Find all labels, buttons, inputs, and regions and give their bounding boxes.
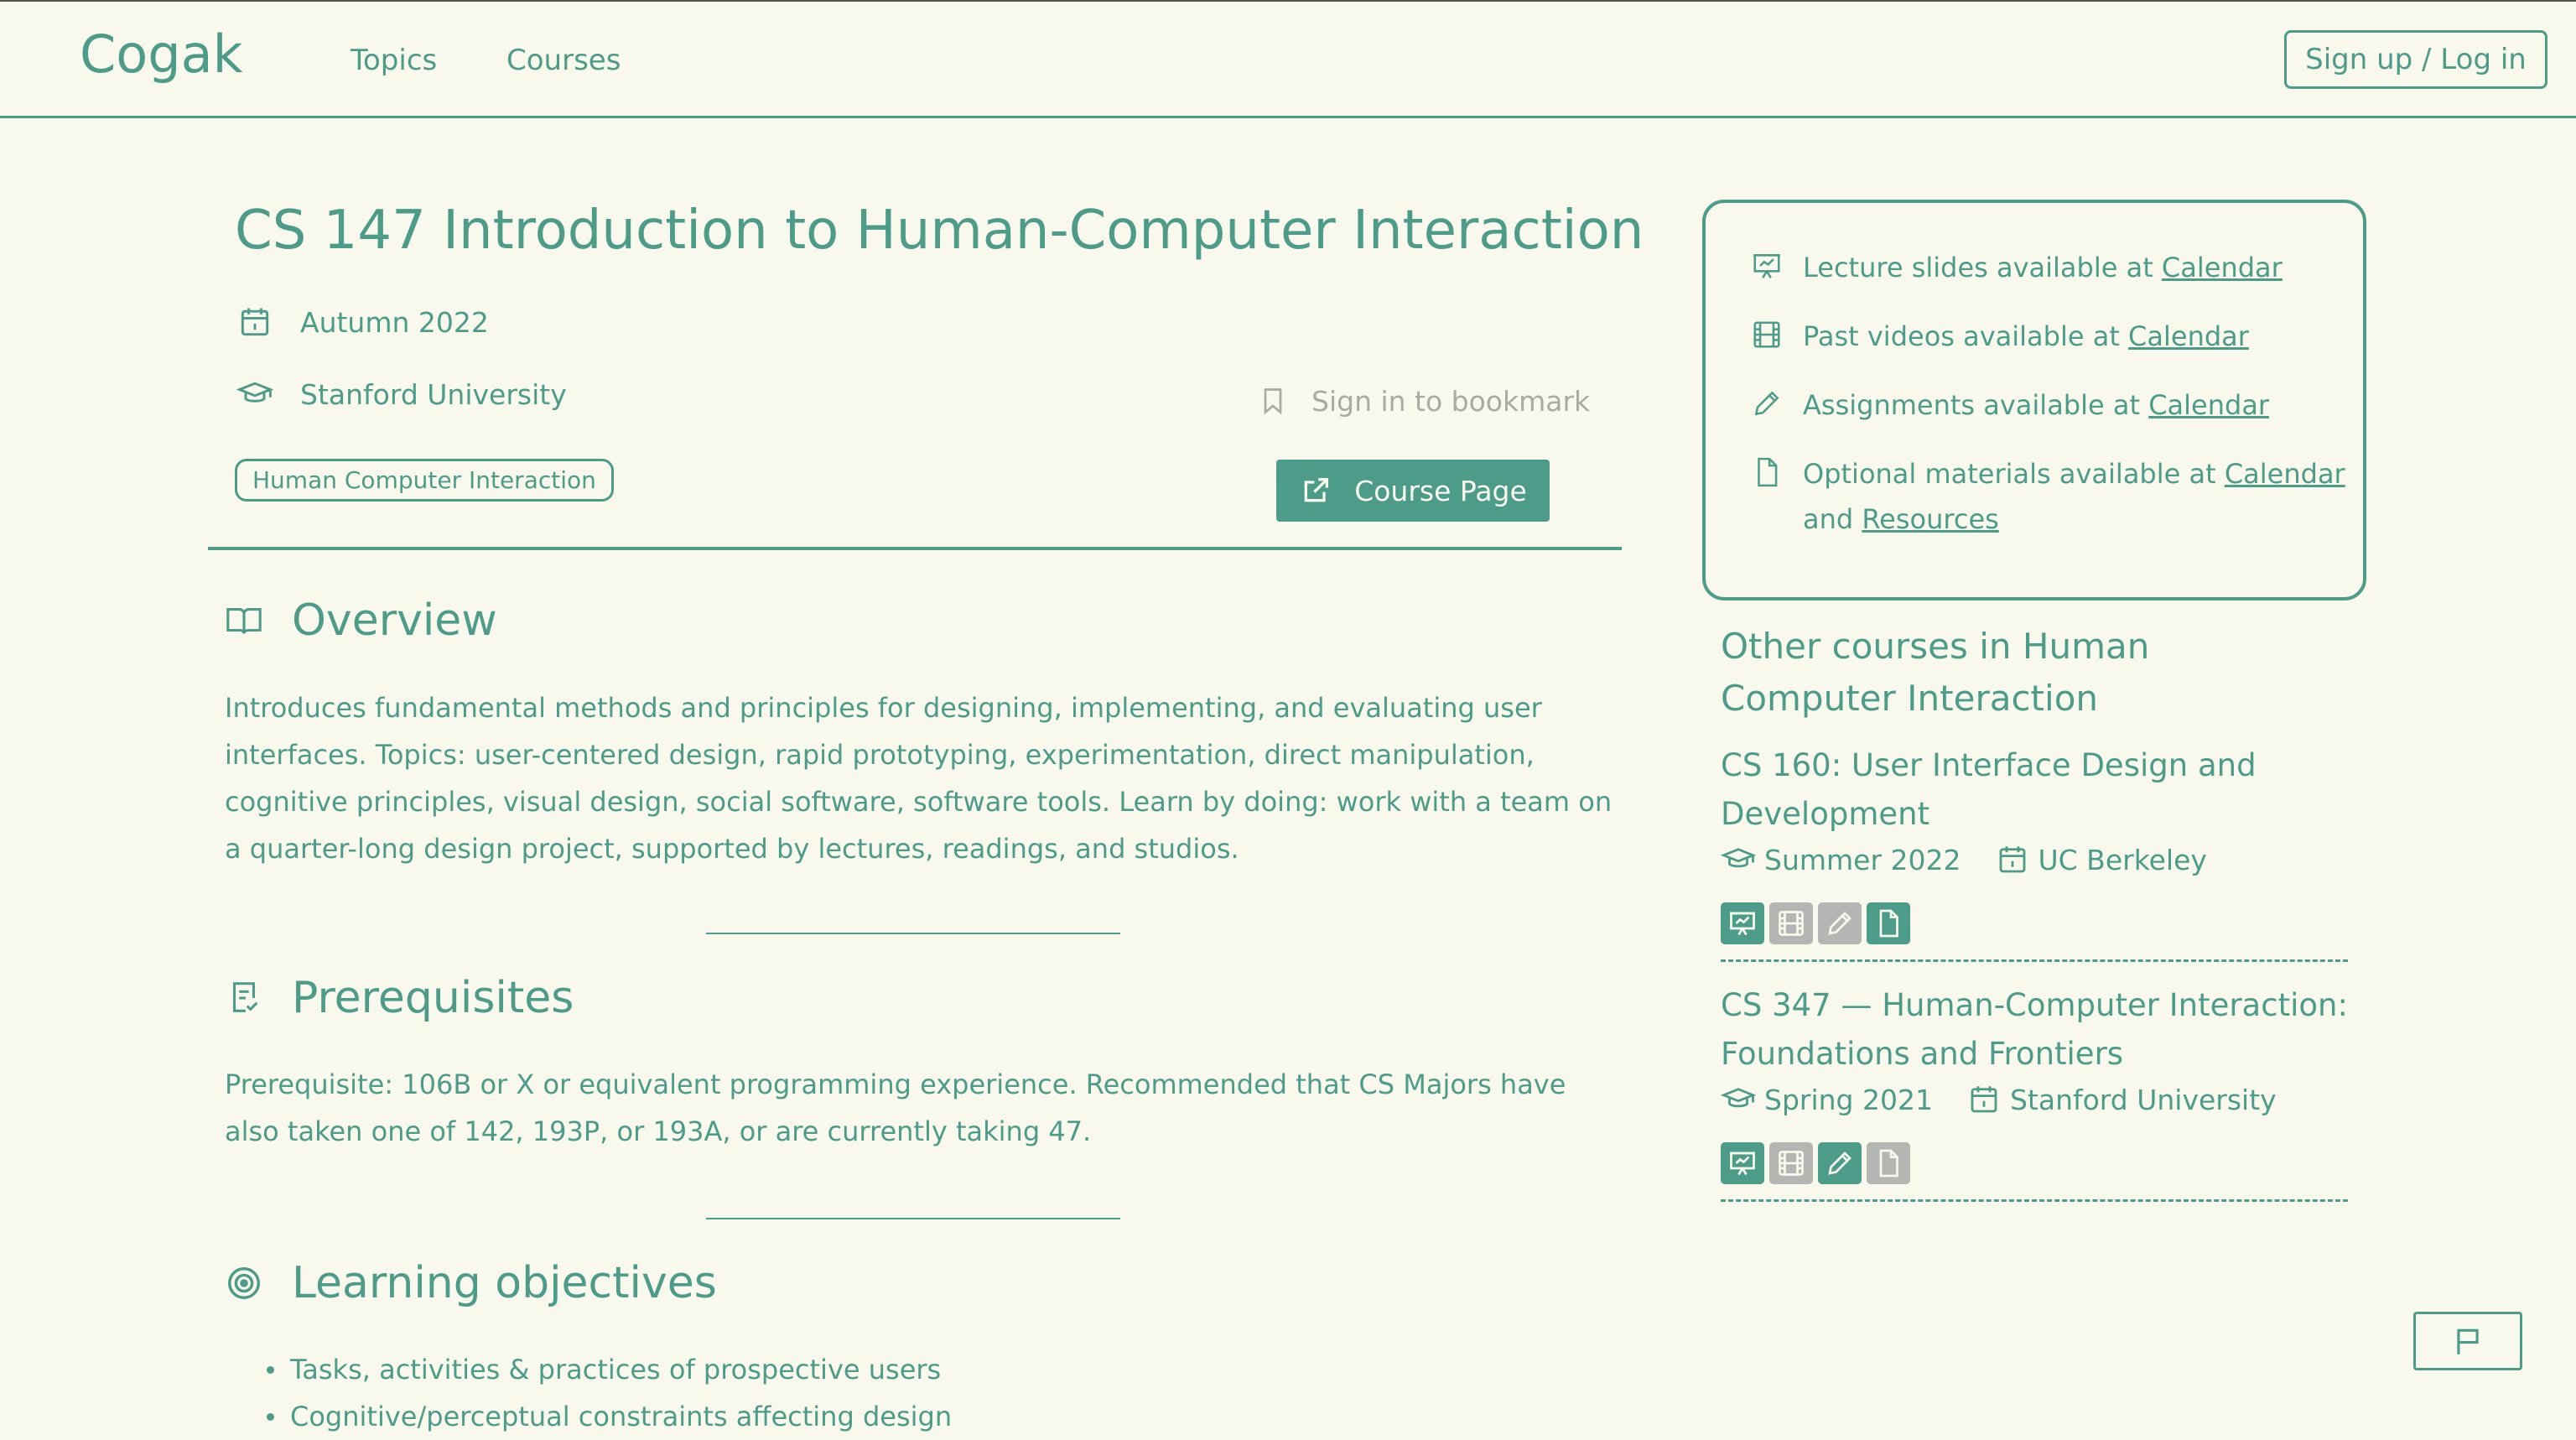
calendar-link[interactable]: Calendar bbox=[2225, 458, 2345, 490]
other-course-term: Spring 2021 bbox=[1764, 1083, 1933, 1116]
overview-heading: Overview bbox=[225, 595, 497, 646]
signup-login-button[interactable]: Sign up / Log in bbox=[2284, 30, 2547, 89]
resources-link[interactable]: Resources bbox=[1862, 503, 1998, 535]
list-item: Tasks, activities & practices of prospec… bbox=[266, 1346, 952, 1393]
videos-badge bbox=[1769, 902, 1813, 944]
materials-badge bbox=[1867, 902, 1910, 944]
bookmark-label: Sign in to bookmark bbox=[1311, 384, 1591, 418]
other-course-term: Summer 2022 bbox=[1764, 843, 1961, 876]
slides-badge bbox=[1721, 902, 1764, 944]
other-course-university: UC Berkeley bbox=[2038, 843, 2207, 876]
section-divider bbox=[706, 1218, 1120, 1219]
external-link-icon bbox=[1304, 478, 1329, 502]
course-university: Stanford University bbox=[236, 376, 567, 413]
pencil-icon bbox=[1828, 1151, 1852, 1175]
course-divider bbox=[1721, 1199, 2348, 1202]
resource-text: Assignments available at bbox=[1803, 389, 2149, 421]
nav-topics-link[interactable]: Topics bbox=[351, 44, 437, 77]
course-page-label: Course Page bbox=[1354, 474, 1527, 507]
calendar-link[interactable]: Calendar bbox=[2162, 252, 2283, 283]
checklist-icon bbox=[232, 982, 258, 1012]
topic-tag[interactable]: Human Computer Interaction bbox=[235, 459, 614, 502]
pencil-icon bbox=[1828, 912, 1852, 935]
course-divider bbox=[1721, 959, 2348, 962]
prerequisites-heading: Prerequisites bbox=[225, 973, 574, 1023]
calendar-link[interactable]: Calendar bbox=[2128, 320, 2249, 352]
resource-text: and bbox=[1803, 503, 1862, 535]
other-course-title[interactable]: CS 347 — Human-Computer Interaction: Fou… bbox=[1721, 981, 2358, 1079]
flag-icon bbox=[2457, 1328, 2479, 1354]
prerequisites-heading-text: Prerequisites bbox=[292, 973, 574, 1023]
calendar-link[interactable]: Calendar bbox=[2148, 389, 2269, 421]
section-divider bbox=[706, 933, 1120, 934]
videos-badge bbox=[1769, 1142, 1813, 1184]
top-nav: Cogak Topics Courses Sign up / Log in bbox=[0, 2, 2576, 118]
course-title: CS 147 Introduction to Human-Computer In… bbox=[235, 200, 1644, 262]
feedback-button[interactable] bbox=[2413, 1312, 2522, 1370]
film-icon bbox=[1753, 321, 1780, 348]
slides-badge bbox=[1721, 1142, 1764, 1184]
assignments-resource: Assignments available at Calendar bbox=[1751, 382, 2269, 428]
course-term: Autumn 2022 bbox=[236, 304, 489, 341]
course-university-text: Stanford University bbox=[300, 377, 567, 411]
materials-badge bbox=[1867, 1142, 1910, 1184]
learning-objectives-heading-text: Learning objectives bbox=[292, 1258, 717, 1308]
calendar-icon bbox=[1971, 1086, 1997, 1113]
other-course-meta: Summer 2022 UC Berkeley bbox=[1721, 842, 2207, 877]
learning-objectives-list: Tasks, activities & practices of prospec… bbox=[266, 1346, 952, 1440]
course-term-text: Autumn 2022 bbox=[300, 305, 489, 339]
calendar-icon bbox=[1999, 846, 2025, 873]
resource-badges bbox=[1721, 1142, 1910, 1184]
header-divider bbox=[208, 547, 1622, 550]
prerequisites-text: Prerequisite: 106B or X or equivalent pr… bbox=[225, 1068, 1566, 1147]
presentation-icon bbox=[1730, 912, 1755, 936]
calendar-icon bbox=[241, 308, 269, 336]
resource-badges bbox=[1721, 902, 1910, 944]
pencil-icon bbox=[1754, 391, 1779, 416]
other-course-title[interactable]: CS 160: User Interface Design and Develo… bbox=[1721, 741, 2358, 839]
presentation-icon bbox=[1753, 254, 1780, 278]
overview-text: Introduces fundamental methods and princ… bbox=[225, 692, 1613, 865]
lecture-slides-resource: Lecture slides available at Calendar bbox=[1751, 245, 2283, 290]
file-icon bbox=[1879, 909, 1898, 938]
optional-materials-resource: Optional materials available at Calendar… bbox=[1751, 451, 2345, 542]
film-icon bbox=[1779, 911, 1804, 936]
learning-objectives-heading: Learning objectives bbox=[225, 1258, 717, 1308]
file-icon bbox=[1758, 457, 1778, 487]
presentation-icon bbox=[1730, 1151, 1755, 1176]
target-icon bbox=[228, 1267, 260, 1299]
film-icon bbox=[1779, 1151, 1804, 1176]
assignments-badge bbox=[1818, 1142, 1862, 1184]
bookmark-button[interactable]: Sign in to bookmark bbox=[1258, 384, 1590, 418]
logo[interactable]: Cogak bbox=[80, 23, 242, 85]
overview-heading-text: Overview bbox=[292, 595, 497, 646]
other-course-meta: Spring 2021 Stanford University bbox=[1721, 1082, 2277, 1117]
file-icon bbox=[1879, 1149, 1898, 1177]
graduation-cap-icon bbox=[1721, 1088, 1756, 1108]
bookmark-icon bbox=[1264, 388, 1282, 415]
list-item: Cognitive/perceptual constraints affecti… bbox=[266, 1393, 952, 1440]
book-icon bbox=[226, 608, 262, 634]
assignments-badge bbox=[1818, 902, 1862, 944]
resource-text: Lecture slides available at bbox=[1803, 252, 2162, 283]
resource-text: Optional materials available at bbox=[1803, 458, 2225, 490]
other-course-university: Stanford University bbox=[2009, 1083, 2277, 1116]
other-courses-heading: Other courses in Human Computer Interact… bbox=[1721, 626, 2150, 719]
course-page-button[interactable]: Course Page bbox=[1276, 460, 1550, 522]
resources-box: Lecture slides available at Calendar Pas… bbox=[1702, 200, 2366, 600]
past-videos-resource: Past videos available at Calendar bbox=[1751, 314, 2249, 359]
nav-courses-link[interactable]: Courses bbox=[506, 44, 621, 77]
graduation-cap-icon bbox=[236, 382, 273, 403]
graduation-cap-icon bbox=[1721, 848, 1756, 868]
resource-text: Past videos available at bbox=[1803, 320, 2129, 352]
